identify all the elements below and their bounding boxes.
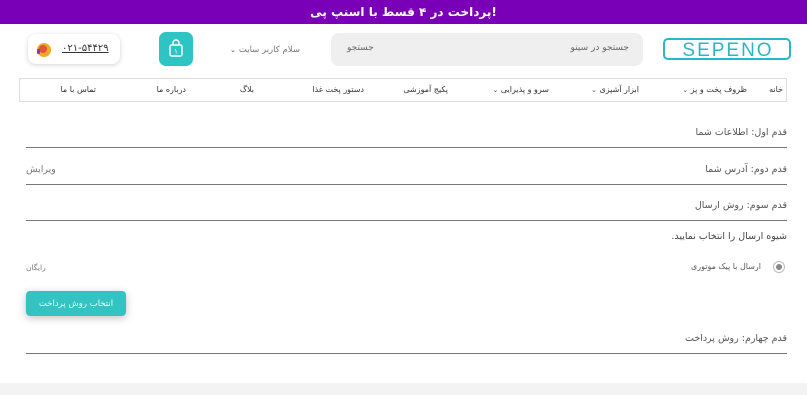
main-nav: خانه ظروف پخت و پز ⌄ ابزار آشپزی ⌄ سرو و… (19, 78, 787, 102)
promo-banner[interactable]: پرداخت در ۴ قسط با اسنپ پی! (0, 0, 807, 24)
user-greeting: سلام کاربر سایت (238, 45, 300, 55)
nav-item-contact[interactable]: تماس با ما (60, 85, 96, 94)
shipping-radio-courier[interactable] (773, 261, 785, 273)
nav-item-cookware[interactable]: ظروف پخت و پز ⌄ (682, 85, 747, 94)
chevron-down-icon: ⌄ (682, 86, 689, 94)
nav-item-about[interactable]: درباره ما (157, 85, 186, 94)
shipping-option-label[interactable]: ارسال با پیک موتوری (691, 262, 761, 271)
site-header: SEPENO جستجو در سینو جستجو سلام کاربر سا… (0, 24, 807, 78)
footer-strip (0, 383, 807, 395)
chevron-down-icon: ⌄ (230, 46, 236, 54)
shopping-bag-icon: ۱ (169, 39, 183, 57)
search-button[interactable]: جستجو (347, 43, 374, 53)
step-title: قدم سوم: روش ارسال (694, 200, 787, 211)
checkout-step-payment[interactable]: قدم چهارم: روش پرداخت (26, 325, 787, 354)
phone-contact[interactable]: ۰۲۱-۵۴۴۲۹ (28, 34, 120, 64)
checkout-step-shipping[interactable]: قدم سوم: روش ارسال (26, 192, 787, 221)
nav-item-recipes[interactable]: دستور پخت غذا (312, 85, 364, 94)
chevron-down-icon: ⌄ (591, 86, 597, 94)
checkout-step-address[interactable]: قدم دوم: آدرس شما ویرایش (26, 155, 787, 185)
user-menu[interactable]: سلام کاربر سایت ⌄ (230, 45, 300, 55)
nav-item-home[interactable]: خانه (769, 85, 783, 94)
step-title: قدم چهارم: روش پرداخت (684, 333, 787, 344)
cart-count: ۱ (174, 48, 178, 56)
step-title: قدم اول: اطلاعات شما (695, 127, 787, 138)
nav-item-kitchen-tools[interactable]: ابزار آشپزی ⌄ (591, 85, 639, 94)
search-input[interactable]: جستجو در سینو جستجو (331, 33, 643, 66)
nav-item-serving[interactable]: سرو و پذیرایی ⌄ (492, 85, 549, 94)
shipping-price: رایگان (26, 263, 46, 272)
edit-address-link[interactable]: ویرایش (26, 164, 56, 175)
promo-text: پرداخت در ۴ قسط با اسنپ پی! (310, 5, 497, 19)
select-payment-button[interactable]: انتخاب روش پرداخت (26, 291, 126, 316)
cart-button[interactable]: ۱ (159, 32, 193, 66)
chevron-down-icon: ⌄ (492, 86, 499, 94)
shipping-instruction: شیوه ارسال را انتخاب نمایید. (671, 231, 787, 242)
headset-icon (37, 43, 51, 57)
site-logo[interactable]: SEPENO (663, 38, 791, 61)
checkout-step-info[interactable]: قدم اول: اطلاعات شما (26, 118, 787, 148)
nav-item-courses[interactable]: پکیج آموزشی (403, 85, 448, 94)
nav-item-blog[interactable]: بلاگ (240, 85, 254, 94)
phone-number[interactable]: ۰۲۱-۵۴۴۲۹ (62, 43, 109, 54)
search-placeholder: جستجو در سینو (570, 43, 629, 53)
step-title: قدم دوم: آدرس شما (705, 164, 787, 175)
